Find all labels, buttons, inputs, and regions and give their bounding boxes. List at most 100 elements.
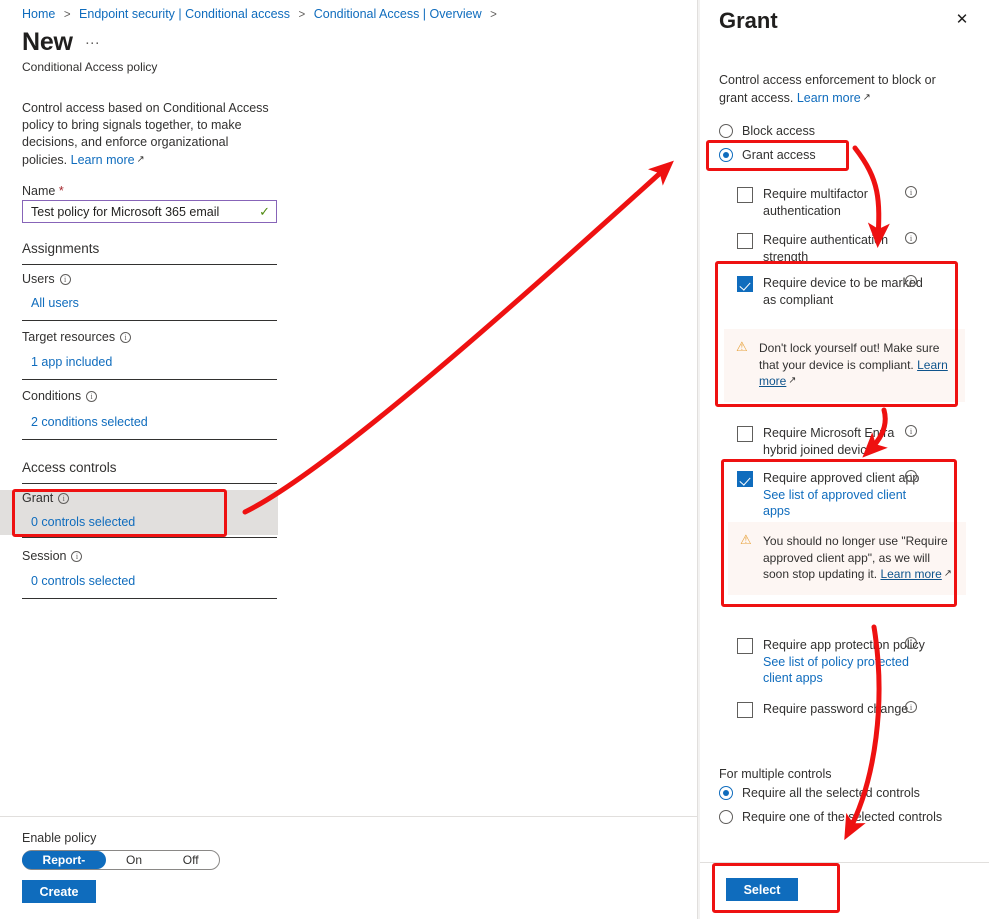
control-label-text: Require app protection policy bbox=[763, 638, 925, 652]
radio-circle-grant-access[interactable] bbox=[719, 148, 733, 162]
breadcrumb-separator: > bbox=[298, 9, 306, 21]
session-label-text: Session bbox=[22, 549, 67, 563]
session-field-label: Session i bbox=[22, 549, 83, 563]
divider bbox=[22, 379, 277, 380]
conditions-field-label: Conditions i bbox=[22, 389, 98, 403]
enable-policy-label: Enable policy bbox=[22, 831, 97, 845]
info-icon[interactable]: i bbox=[905, 275, 917, 287]
control-require-multifactor-authentication[interactable]: Require multifactor authentication i bbox=[737, 186, 931, 219]
select-button[interactable]: Select bbox=[726, 878, 798, 901]
warning-icon: ⚠ bbox=[740, 532, 752, 547]
control-require-hybrid-joined-device[interactable]: Require Microsoft Entra hybrid joined de… bbox=[737, 425, 931, 458]
name-input-wrapper[interactable]: ✓ bbox=[22, 200, 277, 223]
info-icon[interactable]: i bbox=[905, 470, 917, 482]
radio-grant-access[interactable]: Grant access bbox=[719, 148, 816, 162]
toggle-option-off[interactable]: Off bbox=[162, 853, 219, 867]
checkbox-require-hybrid-joined-device[interactable] bbox=[737, 426, 753, 442]
target-resources-field-value[interactable]: 1 app included bbox=[31, 355, 112, 369]
footer-divider bbox=[0, 816, 697, 817]
target-resources-field-label: Target resources i bbox=[22, 330, 132, 344]
checkbox-require-device-compliant[interactable] bbox=[737, 276, 753, 292]
close-icon[interactable]: ✕ bbox=[953, 11, 971, 29]
control-label-text: Require approved client app bbox=[763, 471, 920, 485]
control-require-password-change[interactable]: Require password change i bbox=[737, 701, 931, 718]
radio-circle-require-one[interactable] bbox=[719, 810, 733, 824]
info-icon[interactable]: i bbox=[59, 274, 71, 285]
conditions-label-text: Conditions bbox=[22, 389, 82, 403]
info-icon[interactable]: i bbox=[905, 425, 917, 437]
warning-text: You should no longer use "Require approv… bbox=[763, 533, 954, 583]
warning-device-compliant: ⚠ Don't lock yourself out! Make sure tha… bbox=[724, 329, 965, 402]
info-icon[interactable]: i bbox=[120, 332, 132, 343]
breadcrumb-item-endpoint-security[interactable]: Endpoint security | Conditional access bbox=[79, 7, 290, 21]
radio-label-require-one: Require one of the selected controls bbox=[742, 810, 943, 824]
radio-require-one-control[interactable]: Require one of the selected controls bbox=[719, 810, 942, 824]
control-require-app-protection-policy[interactable]: Require app protection policy See list o… bbox=[737, 637, 931, 687]
intro-learn-more-link[interactable]: Learn more bbox=[71, 153, 135, 167]
radio-require-all-controls[interactable]: Require all the selected controls bbox=[719, 786, 920, 800]
info-icon[interactable]: i bbox=[86, 391, 98, 402]
external-link-icon: ↗ bbox=[862, 92, 871, 103]
approved-client-apps-link[interactable]: See list of approved client apps bbox=[763, 487, 931, 520]
users-field-value[interactable]: All users bbox=[31, 296, 79, 310]
checkbox-require-approved-client-app[interactable] bbox=[737, 471, 753, 487]
access-controls-heading: Access controls bbox=[22, 460, 117, 475]
toggle-option-report-only[interactable]: Report-only bbox=[22, 851, 106, 885]
divider bbox=[22, 439, 277, 440]
breadcrumb: Home > Endpoint security | Conditional a… bbox=[22, 7, 502, 21]
grant-field-label: Grant i bbox=[22, 491, 70, 505]
grant-label-text: Grant bbox=[22, 491, 54, 505]
divider bbox=[22, 264, 277, 265]
divider bbox=[22, 320, 277, 321]
panel-title: Grant bbox=[719, 8, 778, 33]
enable-policy-toggle-group[interactable]: Report-only On Off bbox=[22, 850, 220, 885]
info-icon[interactable]: i bbox=[905, 701, 917, 713]
radio-label-require-all: Require all the selected controls bbox=[742, 786, 920, 800]
info-icon[interactable]: i bbox=[58, 493, 70, 504]
required-asterisk: * bbox=[58, 184, 64, 198]
breadcrumb-separator: > bbox=[490, 9, 497, 21]
external-link-icon: ↗ bbox=[943, 568, 952, 579]
users-field-label: Users i bbox=[22, 272, 71, 286]
intro-text: Control access based on Conditional Acce… bbox=[22, 100, 270, 169]
breadcrumb-item-home[interactable]: Home bbox=[22, 7, 55, 21]
radio-label-grant-access: Grant access bbox=[742, 148, 816, 162]
checkbox-require-app-protection-policy[interactable] bbox=[737, 638, 753, 654]
info-icon[interactable]: i bbox=[71, 551, 83, 562]
policy-protected-apps-link[interactable]: See list of policy protected client apps bbox=[763, 654, 931, 687]
name-input[interactable] bbox=[29, 203, 256, 220]
screenshot-root: Home > Endpoint security | Conditional a… bbox=[0, 0, 989, 919]
grant-panel: Grant ✕ Control access enforcement to bl… bbox=[700, 0, 989, 919]
conditions-field-value[interactable]: 2 conditions selected bbox=[31, 415, 148, 429]
info-icon[interactable]: i bbox=[905, 186, 917, 198]
divider bbox=[22, 598, 277, 599]
page-title: New bbox=[22, 28, 73, 56]
toggle-option-on[interactable]: On bbox=[106, 853, 163, 867]
intro-paragraph: Control access based on Conditional Acce… bbox=[22, 101, 269, 167]
checkbox-require-password-change[interactable] bbox=[737, 702, 753, 718]
info-icon[interactable]: i bbox=[905, 232, 917, 244]
warning-message: Don't lock yourself out! Make sure that … bbox=[759, 341, 940, 372]
users-label-text: Users bbox=[22, 272, 55, 286]
control-require-authentication-strength[interactable]: Require authentication strength i bbox=[737, 232, 931, 265]
control-require-device-compliant[interactable]: Require device to be marked as compliant… bbox=[737, 275, 931, 308]
more-options-icon[interactable]: ··· bbox=[85, 34, 100, 55]
warning-approved-client-app: ⚠ You should no longer use "Require appr… bbox=[728, 522, 966, 595]
grant-field-value[interactable]: 0 controls selected bbox=[31, 515, 135, 529]
radio-block-access[interactable]: Block access bbox=[719, 124, 815, 138]
session-field-value[interactable]: 0 controls selected bbox=[31, 574, 135, 588]
warning-learn-more-link[interactable]: Learn more bbox=[880, 567, 941, 581]
radio-circle-block-access[interactable] bbox=[719, 124, 733, 138]
radio-circle-require-all[interactable] bbox=[719, 786, 733, 800]
panel-footer-divider bbox=[700, 862, 989, 863]
warning-icon: ⚠ bbox=[736, 339, 748, 354]
create-button[interactable]: Create bbox=[22, 880, 96, 903]
assignments-heading: Assignments bbox=[22, 241, 100, 256]
breadcrumb-item-conditional-access-overview[interactable]: Conditional Access | Overview bbox=[314, 7, 482, 21]
panel-learn-more-link[interactable]: Learn more bbox=[797, 91, 861, 105]
checkbox-require-authentication-strength[interactable] bbox=[737, 233, 753, 249]
conditional-access-policy-blade: Home > Endpoint security | Conditional a… bbox=[0, 0, 697, 919]
checkbox-require-multifactor-authentication[interactable] bbox=[737, 187, 753, 203]
info-icon[interactable]: i bbox=[905, 637, 917, 649]
control-require-approved-client-app[interactable]: Require approved client app See list of … bbox=[737, 470, 931, 520]
